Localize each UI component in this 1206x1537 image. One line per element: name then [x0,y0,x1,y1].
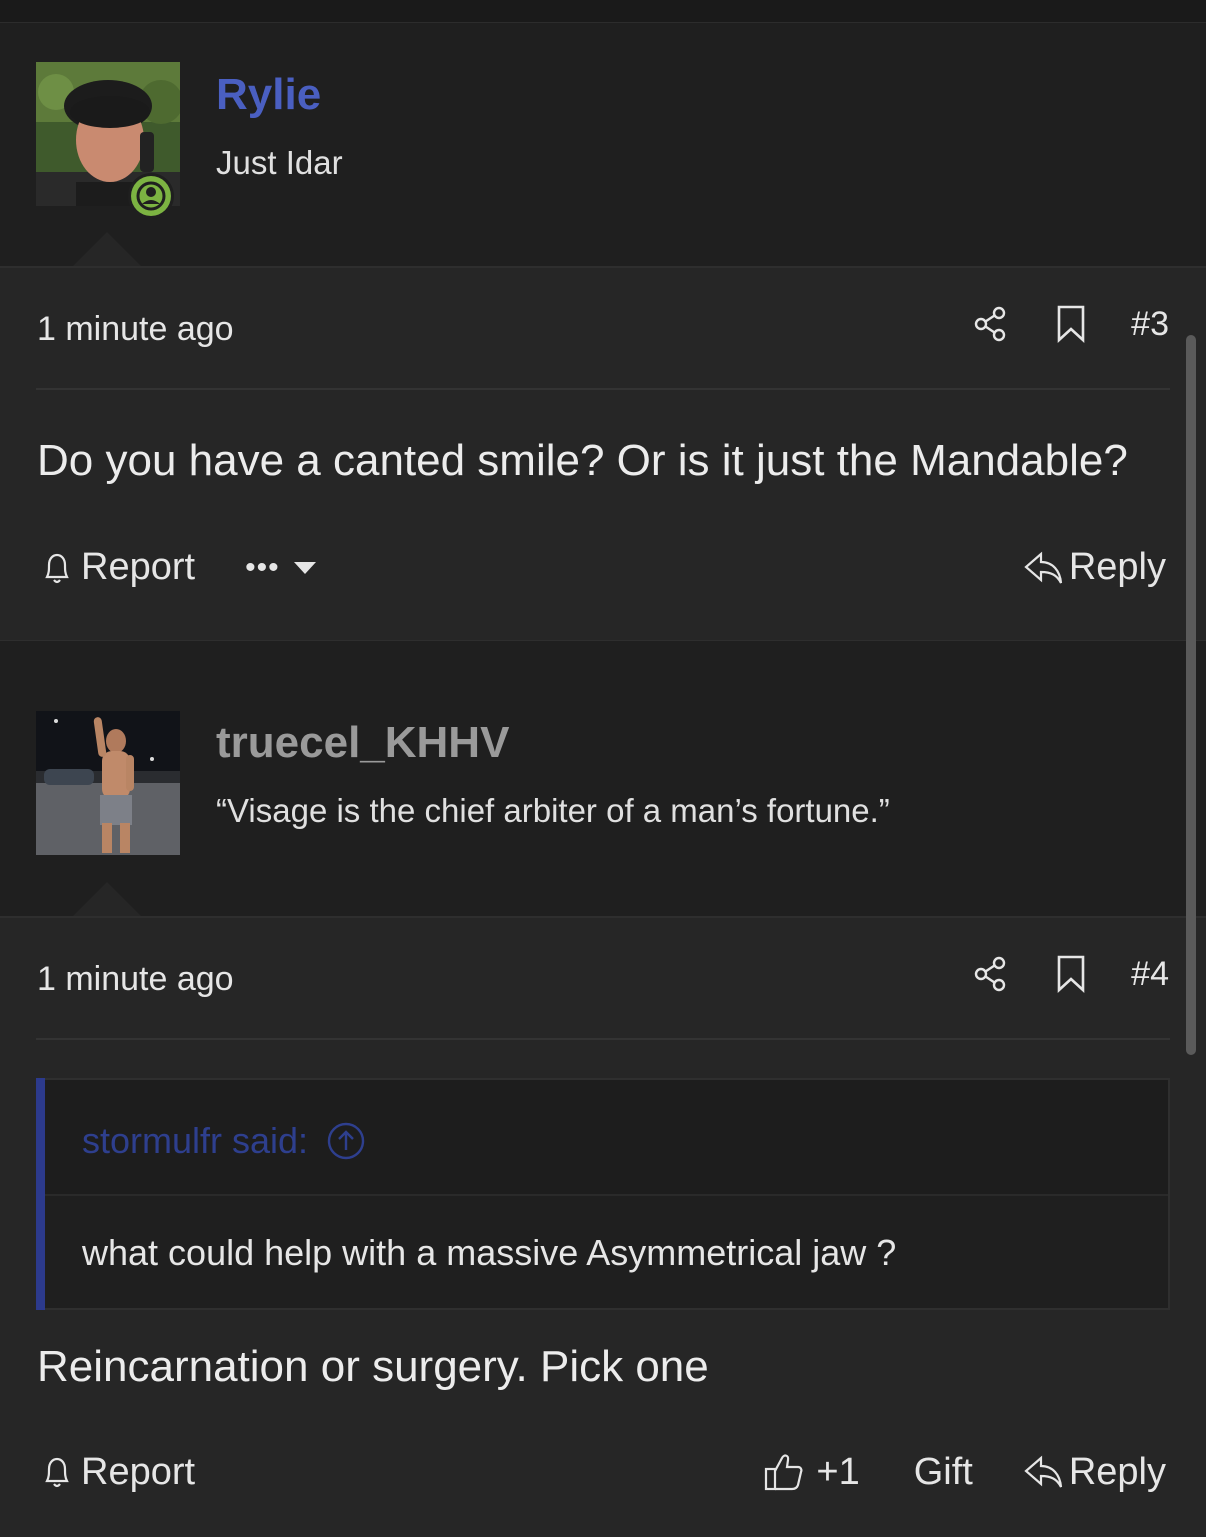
user-title: “Visage is the chief arbiter of a man’s … [216,792,890,829]
divider [36,388,1170,390]
post-timestamp[interactable]: 1 minute ago [37,310,234,349]
bookmark-icon[interactable] [1051,304,1091,344]
reply-icon [1024,1455,1062,1488]
quote-accent-bar [36,1078,45,1310]
post-timestamp[interactable]: 1 minute ago [37,960,234,999]
post-separator [0,640,1206,676]
scrollbar[interactable] [1186,335,1196,1055]
top-strip [0,0,1206,23]
post-message: Do you have a canted smile? Or is it jus… [37,436,1128,485]
share-icon[interactable] [971,304,1011,344]
post-actions: Report ••• Reply [37,546,1166,589]
avatar[interactable] [36,711,180,855]
divider [36,1038,1170,1040]
report-button[interactable]: Report [37,546,195,589]
thumbs-up-icon [765,1454,803,1491]
post-meta-actions: #4 [971,954,1169,994]
post-number[interactable]: #4 [1131,955,1169,994]
bookmark-icon[interactable] [1051,954,1091,994]
gift-button[interactable]: Gift [914,1451,973,1494]
post-author-block: Rylie Just Idar [0,24,1206,266]
like-count: +1 [816,1450,860,1493]
post-author-block: truecel_KHHV “Visage is the chief arbite… [0,674,1206,916]
user-title: Just Idar [216,144,343,181]
post-pointer [73,882,141,916]
post-pointer [73,232,141,266]
report-button[interactable]: Report [37,1451,195,1494]
report-label: Report [81,1450,196,1493]
more-label: ••• [245,550,280,584]
online-status-icon [128,173,174,219]
post-3: 1 minute ago #3 Do you have a canted smi… [0,266,1206,640]
post-4: 1 minute ago #4 stormulfr said: what cou… [0,916,1206,1537]
quote-text: what could help with a massive Asymmetri… [82,1232,897,1273]
bell-icon [45,553,69,583]
like-button[interactable]: +1 [762,1450,860,1494]
reply-icon [1024,551,1062,584]
caret-down-icon [293,561,316,574]
username[interactable]: truecel_KHHV [216,718,509,768]
post-message: Reincarnation or surgery. Pick one [37,1342,709,1391]
quote-author[interactable]: stormulfr said: [82,1120,366,1162]
gift-label: Gift [913,1450,973,1493]
reply-button[interactable]: Reply [1021,1451,1166,1494]
post-number[interactable]: #3 [1131,305,1169,344]
reply-button[interactable]: Reply [1021,546,1166,589]
more-options-button[interactable]: ••• [245,551,322,585]
avatar-image [36,711,180,855]
username[interactable]: Rylie [216,70,321,120]
bell-icon [45,1457,69,1488]
report-label: Report [81,546,196,588]
quote-block: stormulfr said: what could help with a m… [36,1078,1170,1310]
arrow-up-circle-icon[interactable] [326,1121,366,1161]
share-icon[interactable] [971,954,1011,994]
thread-page: Rylie Just Idar 1 minute ago #3 Do you h… [0,0,1206,1537]
post-meta-actions: #3 [971,304,1169,344]
post-actions: Report +1 Gift Reply [37,1450,1166,1494]
reply-label: Reply [1068,546,1166,588]
quote-header: stormulfr said: [45,1080,1168,1196]
reply-label: Reply [1068,1450,1166,1493]
quote-author-label: stormulfr said: [82,1120,309,1161]
